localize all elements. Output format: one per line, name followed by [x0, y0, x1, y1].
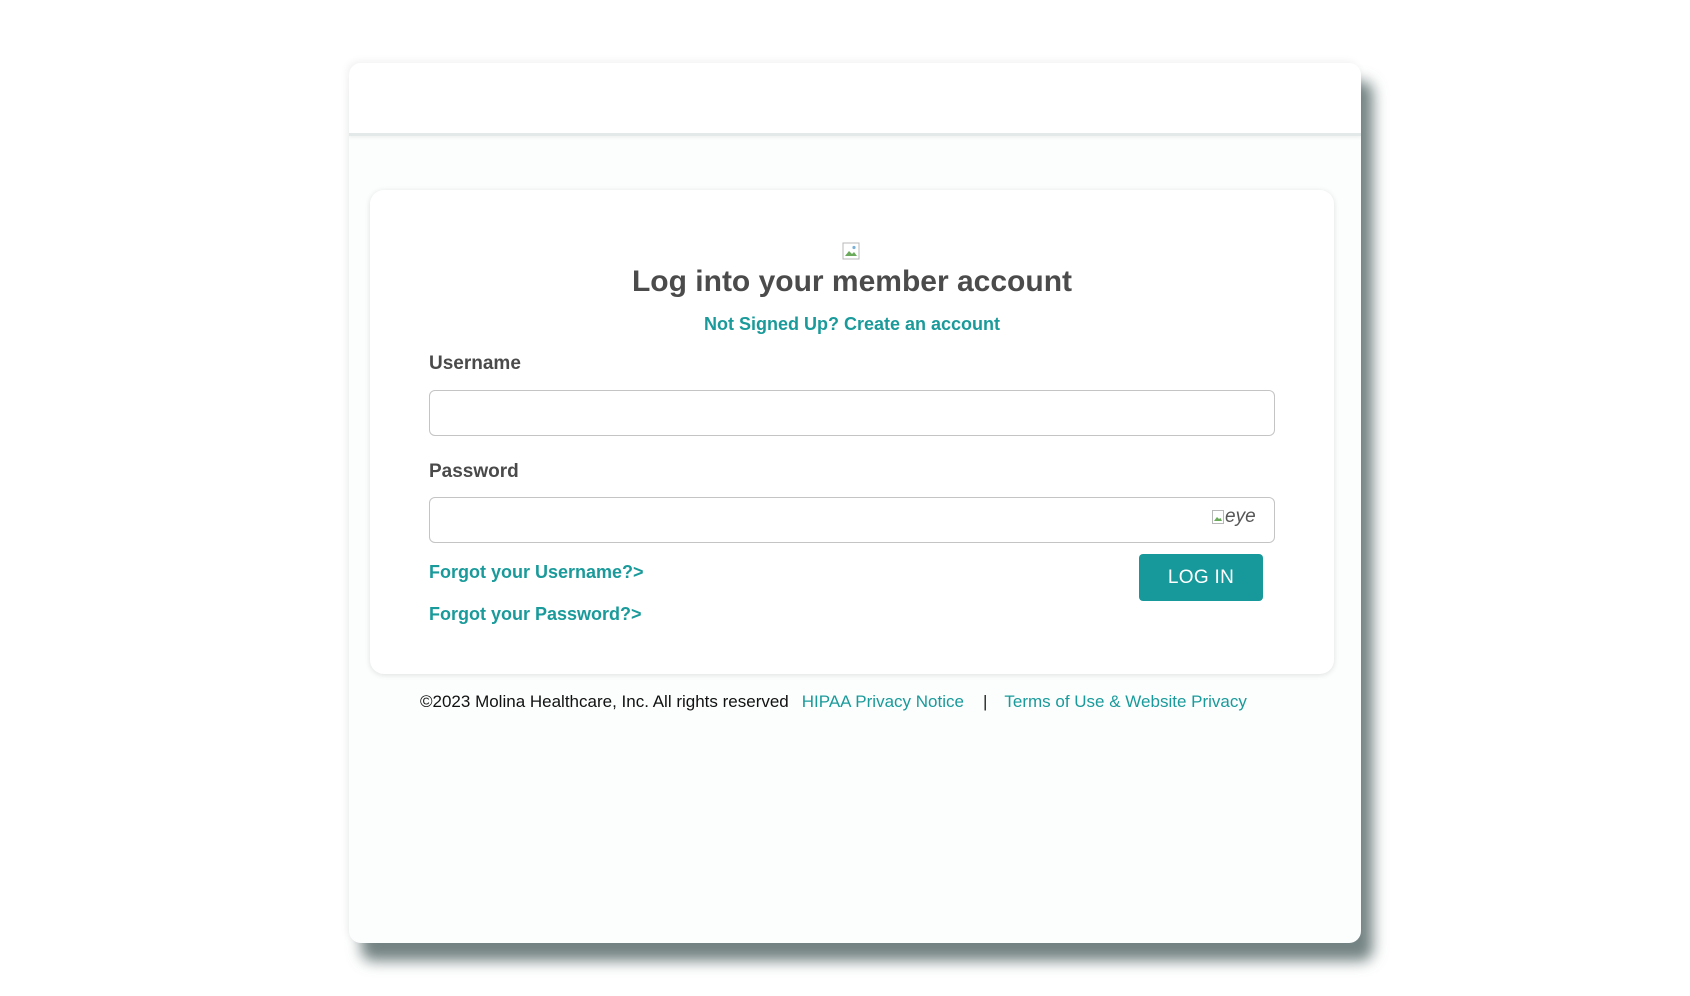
create-account-link[interactable]: Not Signed Up? Create an account: [370, 314, 1334, 335]
show-password-eye-icon[interactable]: eye: [1212, 505, 1256, 529]
forgot-username-link[interactable]: Forgot your Username?>: [429, 562, 644, 583]
login-card: Log into your member account Not Signed …: [370, 190, 1334, 674]
browser-window: Log into your member account Not Signed …: [349, 63, 1361, 943]
page-title: Log into your member account: [631, 265, 1073, 298]
username-label: Username: [429, 353, 521, 374]
copyright-text: ©2023 Molina Healthcare, Inc. All rights…: [420, 692, 789, 711]
footer: ©2023 Molina Healthcare, Inc. All rights…: [420, 692, 1247, 712]
password-label: Password: [429, 461, 519, 482]
broken-logo-icon: [842, 242, 860, 260]
eye-alt-text: eye: [1225, 506, 1256, 527]
login-button[interactable]: LOG IN: [1139, 554, 1263, 601]
footer-separator: |: [982, 692, 988, 711]
broken-image-icon: [1212, 510, 1224, 524]
hipaa-privacy-link[interactable]: HIPAA Privacy Notice: [802, 692, 964, 711]
top-header-bar: [349, 63, 1361, 136]
forgot-password-link[interactable]: Forgot your Password?>: [429, 604, 642, 625]
password-input[interactable]: [429, 497, 1275, 543]
username-input[interactable]: [429, 390, 1275, 436]
terms-of-use-link[interactable]: Terms of Use & Website Privacy: [1004, 692, 1246, 711]
